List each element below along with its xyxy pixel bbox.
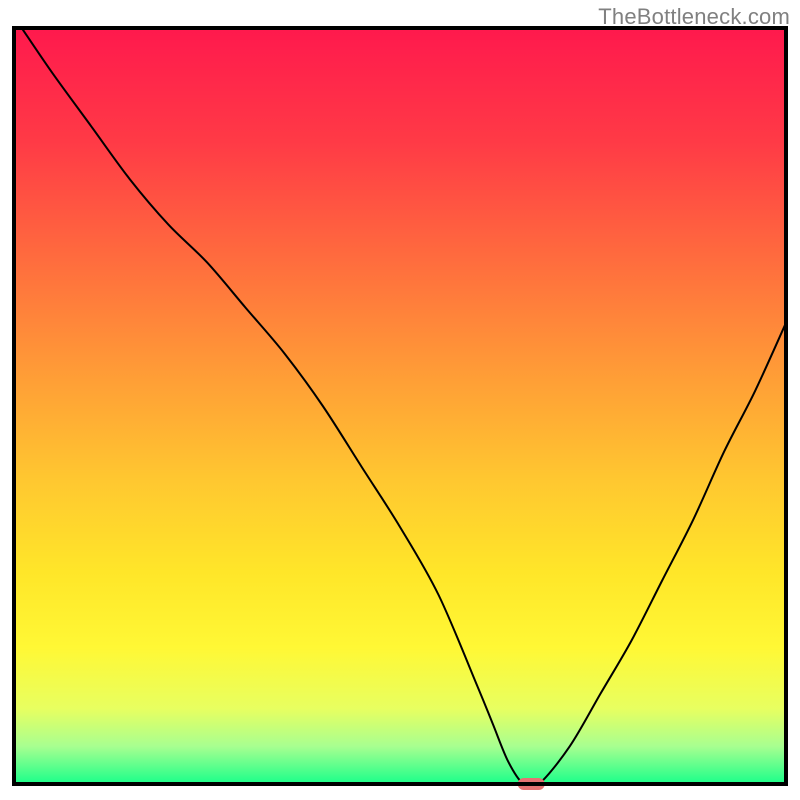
chart-container: TheBottleneck.com	[0, 0, 800, 800]
watermark-text: TheBottleneck.com	[598, 4, 790, 30]
bottleneck-chart	[0, 0, 800, 800]
chart-background	[14, 28, 786, 784]
